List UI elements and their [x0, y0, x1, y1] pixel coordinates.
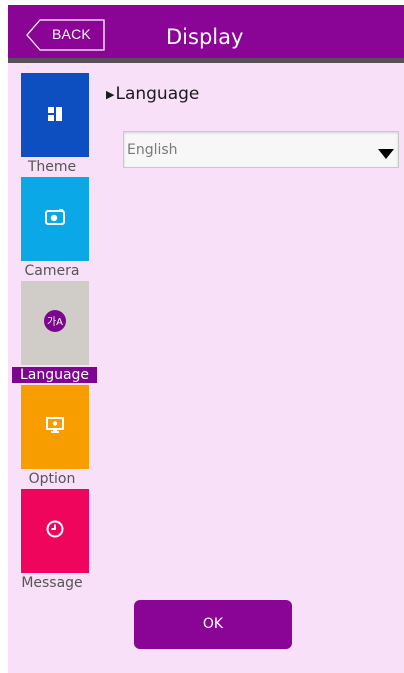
clock-icon	[46, 520, 64, 542]
section-title: ▶Language	[106, 84, 199, 104]
section-title-text: Language	[115, 84, 200, 104]
sidebar-item-theme[interactable]	[21, 73, 89, 157]
back-label: BACK	[52, 26, 91, 42]
sidebar-item-camera[interactable]	[21, 177, 89, 261]
page-title: Display	[166, 25, 244, 49]
section-arrow-icon: ▶	[106, 88, 115, 101]
svg-text:가A: 가A	[47, 316, 63, 328]
theme-icon	[48, 106, 62, 125]
sidebar-item-language[interactable]: 가A	[21, 281, 89, 365]
dropdown-caret-icon	[378, 144, 394, 163]
monitor-icon	[46, 417, 64, 437]
back-button[interactable]: BACK	[26, 19, 106, 51]
sidebar-item-message[interactable]	[21, 489, 89, 573]
sidebar-label-camera: Camera	[24, 263, 80, 279]
sidebar-item-option[interactable]	[21, 385, 89, 469]
language-icon: 가A	[44, 310, 66, 336]
sidebar-label-message: Message	[21, 575, 83, 591]
sidebar-label-language: Language	[12, 367, 97, 383]
language-select[interactable]: English	[123, 131, 399, 168]
display-settings-screen: BACK Display Theme Camera 가A Language Op…	[8, 5, 404, 673]
sidebar-label-option: Option	[28, 471, 76, 487]
ok-button[interactable]: OK	[134, 600, 292, 649]
camera-icon	[45, 209, 65, 229]
language-select-value: English	[127, 142, 178, 158]
header-bar: BACK Display	[8, 5, 404, 63]
sidebar-label-theme: Theme	[27, 159, 77, 175]
